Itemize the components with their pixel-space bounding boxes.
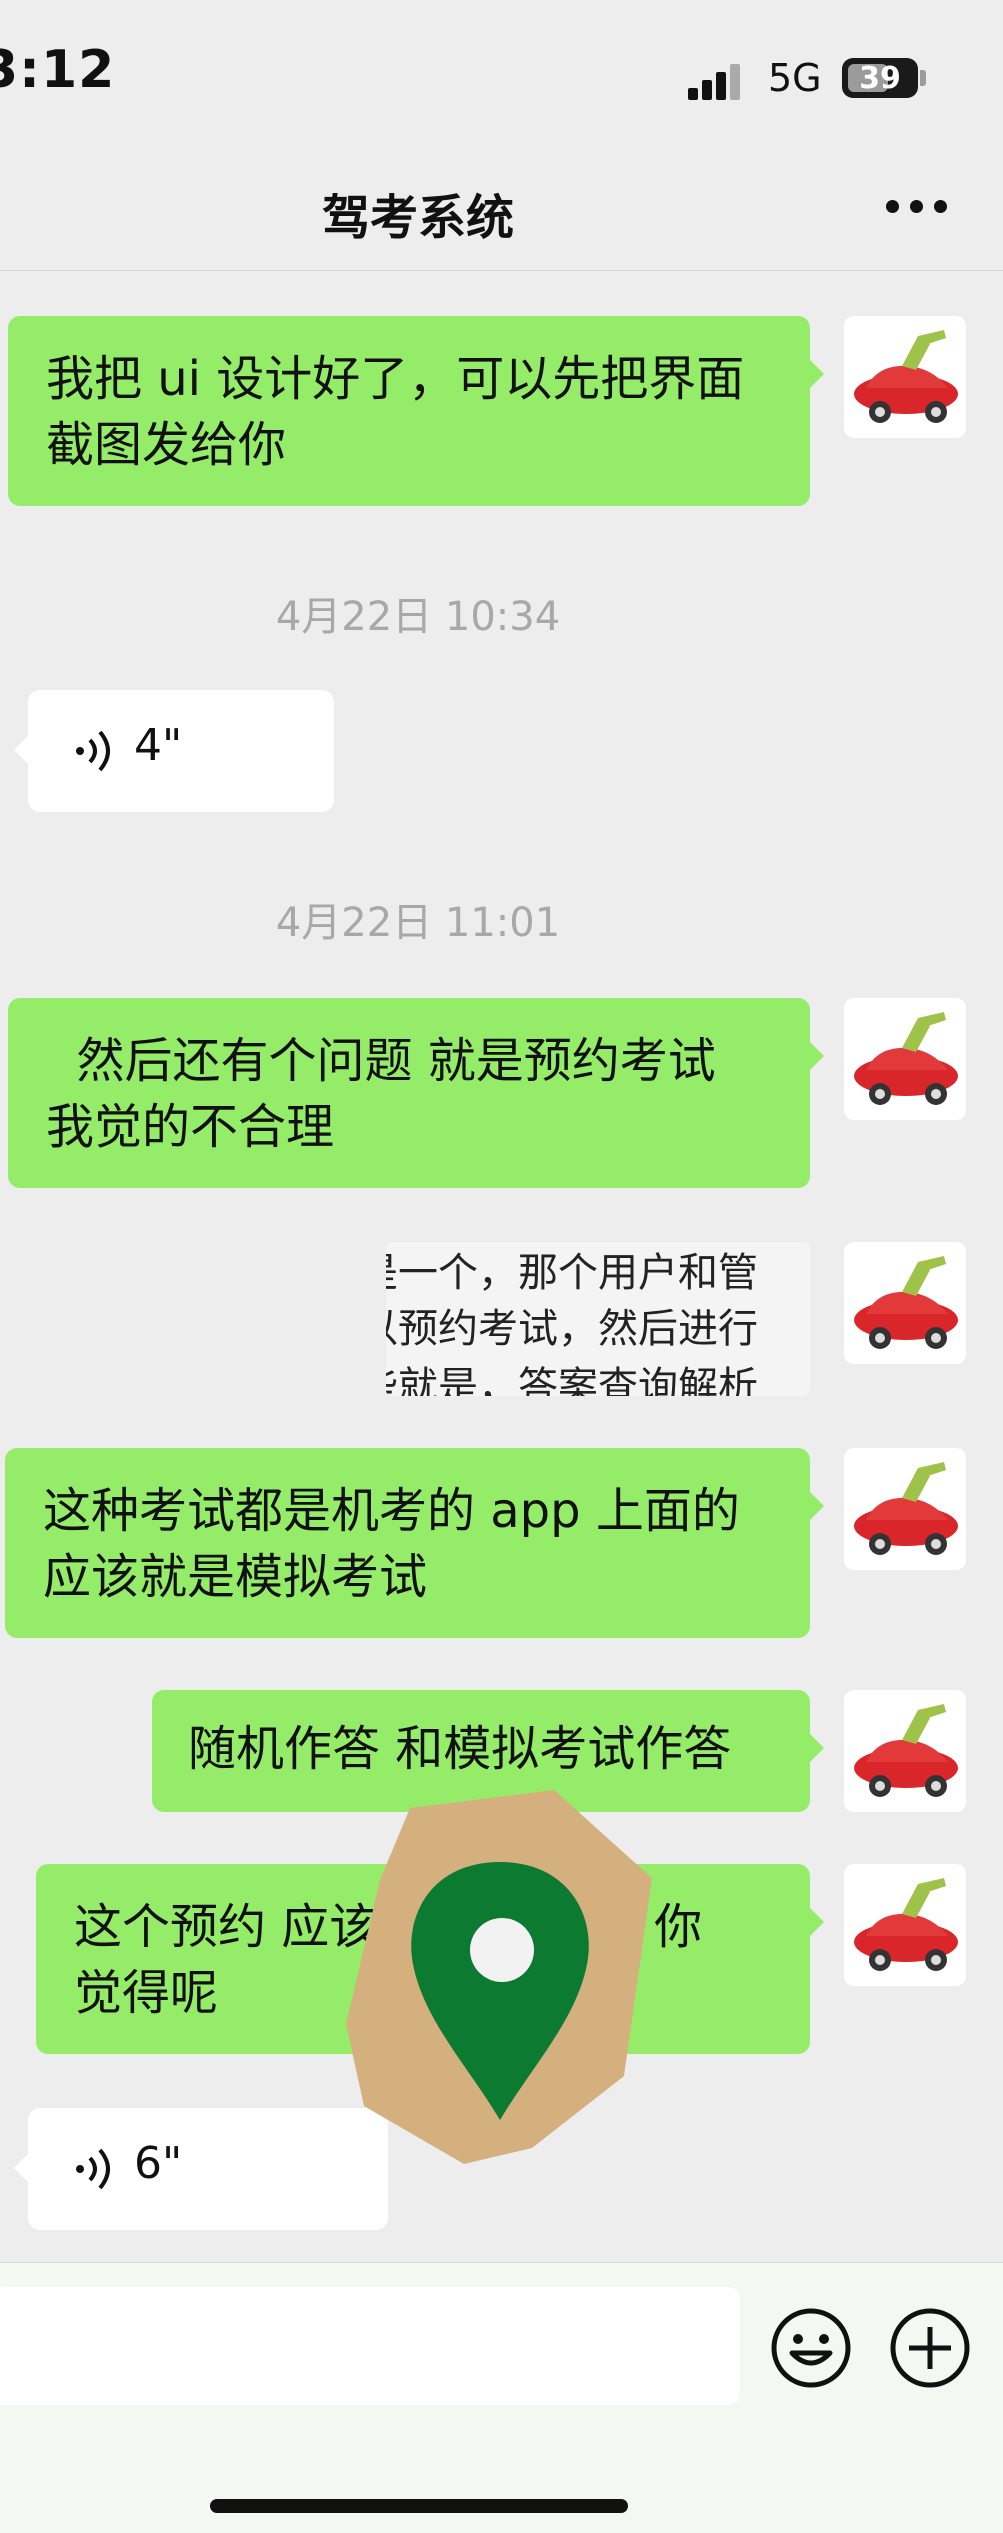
avatar[interactable] (844, 1690, 966, 1812)
chat-header: 驾考系统 (0, 150, 1003, 271)
image-text-line: 些就是，答案查询解析 (386, 1364, 758, 1396)
avatar[interactable] (844, 1864, 966, 1986)
voice-message[interactable]: 4" (14, 690, 334, 812)
message-bubble[interactable]: 然后还有个问题 就是预约考试 我觉的不合理 (8, 998, 824, 1188)
image-text-line: 是一个，那个用户和管 (386, 1250, 758, 1296)
plus-icon[interactable] (889, 2307, 971, 2389)
message-text: 我把 ui 设计好了，可以先把界面 (46, 351, 745, 407)
status-bar: 3:12 5G 39 (0, 0, 1003, 150)
message-bubble[interactable]: 我把 ui 设计好了，可以先把界面 截图发给你 (8, 316, 824, 506)
message-text: 应该就是模拟考试 (43, 1549, 428, 1605)
avatar[interactable] (844, 1242, 966, 1364)
message-text: 随机作答 和模拟考试作答 (188, 1721, 732, 1777)
more-options-icon[interactable] (886, 200, 956, 216)
voice-message[interactable]: 6" (14, 2108, 388, 2230)
avatar[interactable] (844, 998, 966, 1120)
message-text: 截图发给你 (46, 417, 287, 473)
battery-tip (920, 70, 926, 86)
message-text: 这种考试都是机考的 app 上面的 (43, 1483, 740, 1539)
status-time: 3:12 (0, 40, 116, 100)
message-text: 我觉的不合理 (46, 1099, 335, 1155)
network-label: 5G (768, 56, 822, 100)
home-indicator[interactable] (210, 2499, 628, 2513)
timestamp: 4月22日 11:01 (275, 900, 561, 946)
voice-wave-icon (76, 2148, 110, 2190)
message-text: 然后还有个问题 就是预约考试 (46, 1033, 716, 1089)
image-message[interactable]: 是一个，那个用户和管 以预约考试，然后进行 些就是，答案查询解析 (386, 1242, 810, 1396)
battery-level: 39 (859, 61, 901, 96)
avatar[interactable] (844, 316, 966, 438)
input-bar (0, 2262, 1003, 2533)
location-pin-sticker-icon (346, 1790, 652, 2164)
voice-duration: 6" (134, 2138, 183, 2189)
voice-duration: 4" (134, 720, 183, 771)
message-input[interactable] (0, 2287, 740, 2405)
voice-wave-icon (76, 730, 110, 772)
battery-icon: 39 (842, 58, 918, 98)
chat-title: 驾考系统 (321, 190, 514, 246)
timestamp: 4月22日 10:34 (275, 594, 561, 640)
signal-icon (688, 62, 748, 100)
emoji-icon[interactable] (770, 2307, 852, 2389)
message-bubble[interactable]: 这种考试都是机考的 app 上面的 应该就是模拟考试 (5, 1448, 824, 1638)
image-text-line: 以预约考试，然后进行 (386, 1306, 758, 1352)
avatar[interactable] (844, 1448, 966, 1570)
